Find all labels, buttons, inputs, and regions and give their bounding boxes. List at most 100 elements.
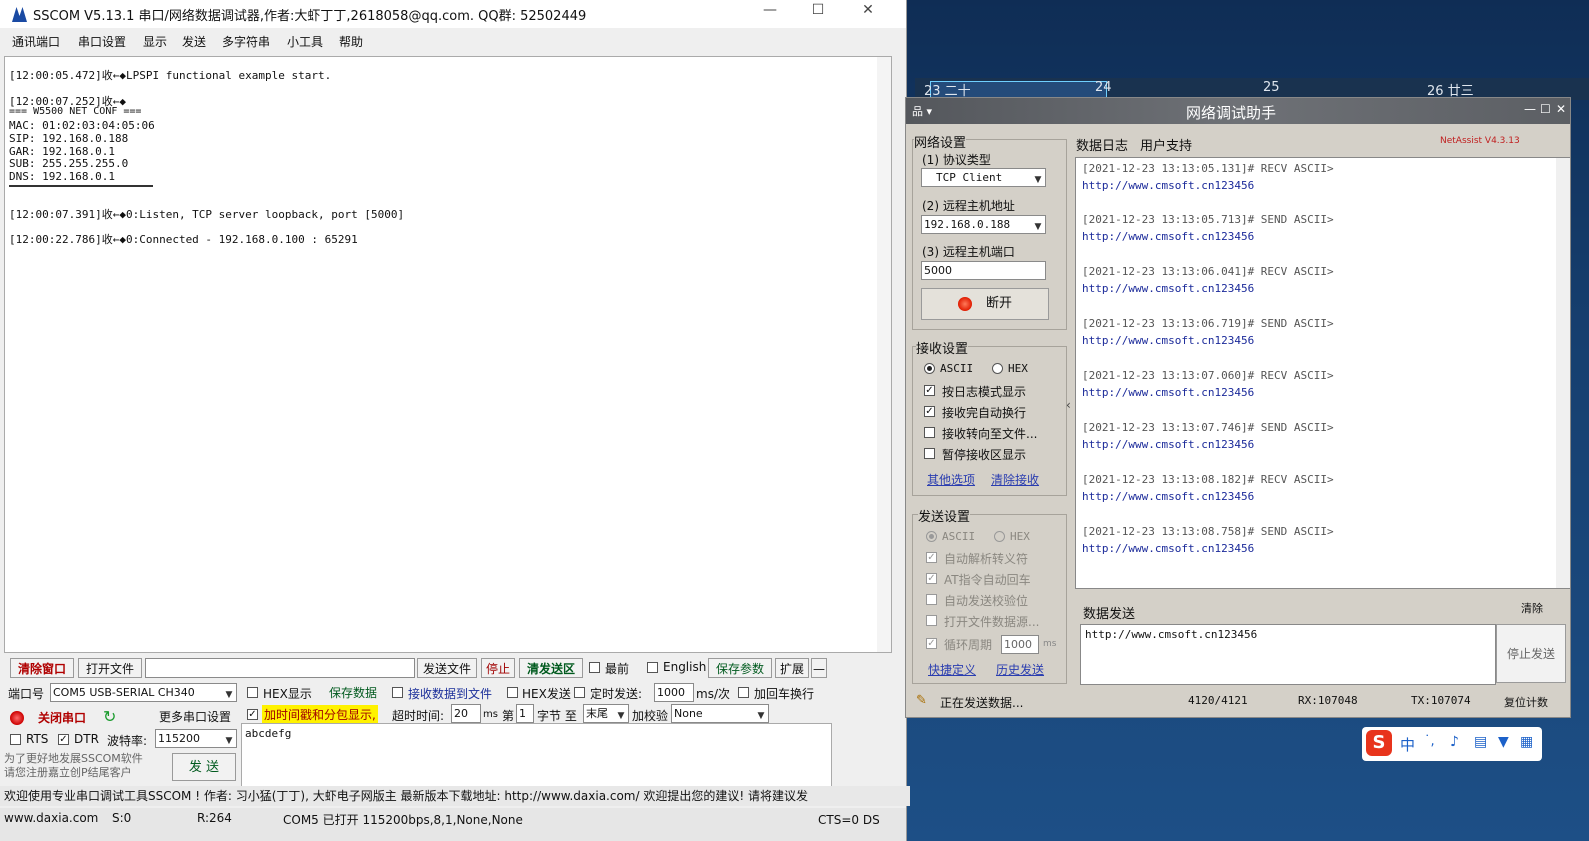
- refresh-icon[interactable]: ↻: [103, 707, 116, 726]
- hex-radio[interactable]: [992, 363, 1003, 374]
- nth-input[interactable]: 1: [516, 704, 534, 723]
- menu-display[interactable]: 显示: [143, 33, 167, 50]
- log-scrollbar[interactable]: [1556, 158, 1570, 588]
- menu-tools[interactable]: 小工具: [287, 33, 323, 50]
- status-bar: www.daxia.com S:0 R:264 COM5 已打开 115200b…: [0, 808, 906, 841]
- ime-lang[interactable]: 中: [1400, 734, 1415, 755]
- window-title: 网络调试助手: [1186, 104, 1277, 122]
- cycle-input[interactable]: 1000: [1001, 635, 1039, 654]
- end-select[interactable]: 末尾 ▼: [583, 704, 629, 723]
- save-data-button[interactable]: 保存数据: [322, 683, 384, 703]
- english-checkbox[interactable]: [647, 662, 658, 673]
- reset-count-button[interactable]: 复位计数: [1504, 694, 1548, 710]
- send-textarea[interactable]: abcdefg: [241, 723, 832, 787]
- host-select[interactable]: 192.168.0.188 ▼: [921, 215, 1046, 234]
- tab-user-support[interactable]: 用户支持: [1140, 135, 1192, 154]
- add-crlf-checkbox[interactable]: [738, 687, 749, 698]
- more-options-link[interactable]: 其他选项: [927, 471, 975, 488]
- ime-toolbar[interactable]: S 中 ˙, ♪ ▤ ▼ ▦: [1362, 727, 1542, 761]
- shortcut-link[interactable]: 快捷定义: [928, 661, 976, 678]
- checksum-select[interactable]: None ▼: [671, 704, 769, 723]
- chevron-down-icon: ▼: [1034, 175, 1042, 185]
- microphone-icon[interactable]: ♪: [1450, 734, 1459, 750]
- menu-port[interactable]: 通讯端口: [12, 33, 60, 50]
- tab-data-log[interactable]: 数据日志: [1076, 135, 1128, 154]
- timed-send-checkbox[interactable]: [574, 687, 585, 698]
- auto-wrap-checkbox[interactable]: ✓: [924, 406, 935, 417]
- hex-send-checkbox[interactable]: [507, 687, 518, 698]
- status-site[interactable]: www.daxia.com: [4, 811, 98, 825]
- send-button[interactable]: 发 送: [172, 753, 236, 781]
- keyboard-icon[interactable]: ▤: [1474, 734, 1487, 750]
- history-link[interactable]: 历史发送: [996, 661, 1044, 678]
- recv-to-file-label[interactable]: 接收数据到文件: [408, 685, 492, 702]
- close-button[interactable]: ✕: [1556, 102, 1566, 116]
- receive-scrollbar[interactable]: [877, 57, 891, 652]
- skin-icon[interactable]: ▼: [1498, 734, 1509, 750]
- checksum-checkbox[interactable]: [926, 594, 937, 605]
- baud-select[interactable]: 115200 ▼: [155, 729, 237, 748]
- close-button[interactable]: ✕: [853, 2, 883, 18]
- host-value: 192.168.0.188: [924, 218, 1011, 231]
- timeout-input[interactable]: 20: [451, 704, 481, 723]
- add-crlf-label: 加回车换行: [754, 687, 815, 701]
- ascii-radio[interactable]: [924, 363, 935, 374]
- rts-checkbox[interactable]: [10, 734, 21, 745]
- receive-area[interactable]: [12:00:05.472]收←◆LPSPI functional exampl…: [4, 56, 892, 653]
- file-source-checkbox[interactable]: [926, 615, 937, 626]
- disconnect-button[interactable]: 断开: [921, 288, 1049, 320]
- interval-input[interactable]: 1000: [654, 683, 694, 702]
- protocol-select[interactable]: TCP Client ▼: [921, 168, 1046, 187]
- cycle-checkbox[interactable]: ✓: [926, 638, 937, 649]
- send-hex-radio[interactable]: [994, 531, 1005, 542]
- send-file-button[interactable]: 发送文件: [417, 658, 477, 678]
- punctuation-icon[interactable]: ˙,: [1424, 734, 1435, 749]
- topmost-checkbox[interactable]: [589, 662, 600, 673]
- menu-send[interactable]: 发送: [182, 33, 206, 50]
- open-file-button[interactable]: 打开文件: [78, 658, 142, 678]
- recv-to-file-checkbox[interactable]: [392, 687, 403, 698]
- timestamp-checkbox[interactable]: ✓: [247, 709, 258, 720]
- send-ascii-radio[interactable]: [926, 531, 937, 542]
- minimize-button[interactable]: —: [755, 2, 785, 18]
- data-log-area[interactable]: [2021-12-23 13:13:05.131]# RECV ASCII> h…: [1075, 157, 1571, 589]
- status-received: R:264: [197, 811, 232, 825]
- toolbox-icon[interactable]: ▦: [1520, 734, 1533, 750]
- hex-display-checkbox[interactable]: [247, 687, 258, 698]
- baud-value: 115200: [158, 732, 200, 745]
- menu-help[interactable]: 帮助: [339, 33, 363, 50]
- maximize-button[interactable]: ☐: [1540, 102, 1551, 116]
- clear-window-button[interactable]: 清除窗口: [10, 658, 74, 678]
- log-data: http://www.cmsoft.cn123456: [1082, 230, 1255, 243]
- dtr-checkbox[interactable]: ✓: [58, 734, 69, 745]
- minimize-button[interactable]: —: [1524, 102, 1536, 116]
- checksum-label: 加校验: [632, 709, 669, 723]
- save-params-button[interactable]: 保存参数: [708, 658, 772, 678]
- receive-line: MAC: 01:02:03:04:05:06: [9, 119, 155, 132]
- clear-send-link[interactable]: 清除: [1521, 600, 1543, 616]
- escape-checkbox[interactable]: ✓: [926, 552, 937, 563]
- port-select[interactable]: COM5 USB-SERIAL CH340 ▼: [50, 683, 237, 702]
- stop-button[interactable]: 停止: [481, 658, 515, 678]
- port-input[interactable]: 5000: [921, 261, 1046, 280]
- at-crlf-checkbox[interactable]: ✓: [926, 573, 937, 584]
- clear-send-button[interactable]: 清发送区: [519, 658, 583, 678]
- close-port-button[interactable]: 关闭串口: [28, 708, 96, 728]
- to-file-checkbox[interactable]: [924, 427, 935, 438]
- stop-send-button[interactable]: 停止发送: [1496, 624, 1566, 683]
- clear-recv-link[interactable]: 清除接收: [991, 471, 1039, 488]
- menu-multi-string[interactable]: 多字符串: [222, 33, 270, 50]
- pause-checkbox[interactable]: [924, 448, 935, 459]
- log-header: [2021-12-23 13:13:06.719]# SEND ASCII>: [1082, 317, 1334, 330]
- more-settings-button[interactable]: 更多串口设置: [152, 707, 238, 727]
- send-textarea[interactable]: http://www.cmsoft.cn123456: [1080, 624, 1496, 685]
- maximize-button[interactable]: ☐: [803, 2, 833, 18]
- menu-serial-settings[interactable]: 串口设置: [78, 33, 126, 50]
- expand-button[interactable]: 扩展: [775, 658, 809, 678]
- promo-text[interactable]: 为了更好地发展SSCOM软件 请您注册嘉立创P结尾客户: [4, 752, 164, 780]
- app-menu-icon[interactable]: 品 ▾: [912, 103, 932, 119]
- collapse-panel-icon[interactable]: ‹: [1066, 398, 1071, 412]
- collapse-button[interactable]: —: [811, 658, 827, 678]
- file-path-input[interactable]: [145, 658, 415, 678]
- log-mode-checkbox[interactable]: ✓: [924, 385, 935, 396]
